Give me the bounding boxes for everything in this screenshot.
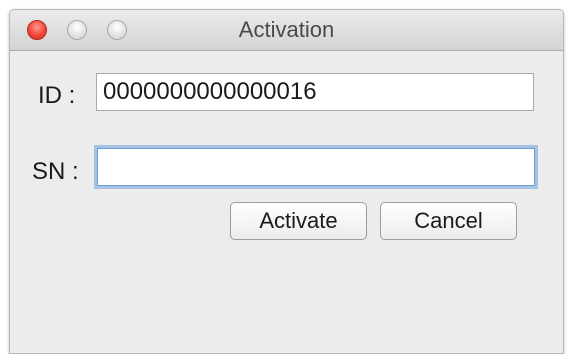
- id-field[interactable]: [96, 73, 534, 111]
- cancel-button[interactable]: Cancel: [380, 202, 517, 240]
- activate-button[interactable]: Activate: [230, 202, 367, 240]
- id-label: ID :: [38, 82, 76, 109]
- activation-window: Activation ID : SN : Activate Cancel: [9, 9, 564, 354]
- window-title: Activation: [238, 17, 335, 42]
- title-bar: Activation: [10, 10, 563, 51]
- sn-field[interactable]: [97, 148, 535, 186]
- sn-label: SN :: [32, 158, 79, 185]
